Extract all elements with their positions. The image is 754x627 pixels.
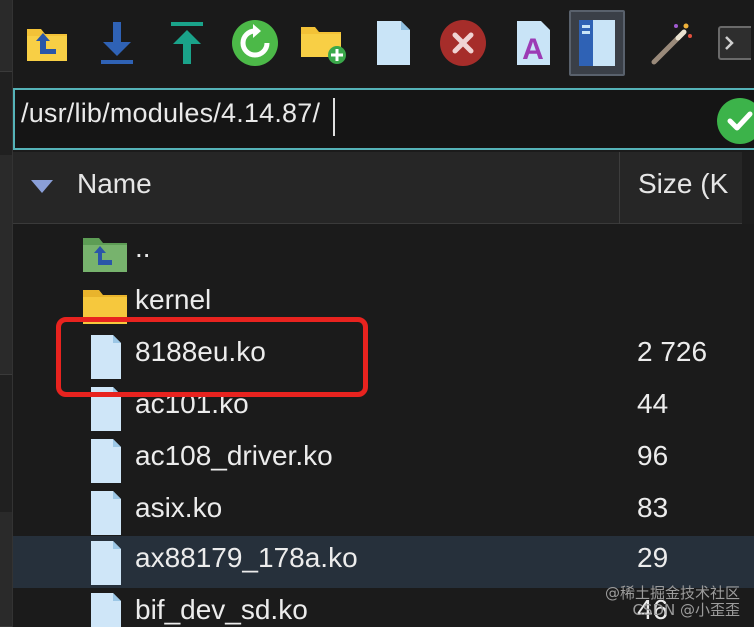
list-item-file[interactable]: ac108_driver.ko 96 xyxy=(13,434,754,486)
terminal-button[interactable] xyxy=(713,10,754,76)
tools-button[interactable] xyxy=(643,10,699,76)
toggle-panel-button[interactable] xyxy=(569,10,625,76)
file-name: asix.ko xyxy=(135,492,223,523)
list-item-file[interactable]: asix.ko 83 xyxy=(13,486,754,538)
watermark-line-2: CSDN @小歪歪 xyxy=(632,601,740,619)
rename-button[interactable]: A xyxy=(505,10,561,76)
file-name: .. xyxy=(135,232,151,263)
folder-up-icon xyxy=(27,29,67,61)
delete-button[interactable] xyxy=(435,10,491,76)
terminal-icon xyxy=(717,26,751,60)
go-button[interactable] xyxy=(717,98,754,144)
new-folder-icon xyxy=(301,27,346,64)
download-icon xyxy=(101,22,133,64)
file-list: .. kernel 8188eu.ko 2 726 ac101.ko 44 ac… xyxy=(13,224,754,627)
file-icon xyxy=(91,491,121,535)
new-folder-button[interactable] xyxy=(295,10,351,76)
toolbar: A xyxy=(13,0,754,86)
file-size: 83 xyxy=(637,492,669,523)
watermark-line-1: @稀土掘金技术社区 xyxy=(604,584,740,602)
magic-wand-icon xyxy=(651,23,692,65)
file-name: kernel xyxy=(135,284,212,315)
parent-directory-button[interactable] xyxy=(19,10,75,76)
address-path[interactable]: /usr/lib/modules/4.14.87/ xyxy=(21,98,320,129)
download-button[interactable] xyxy=(89,10,145,76)
new-file-button[interactable] xyxy=(365,10,421,76)
upload-icon xyxy=(171,22,203,64)
file-size: 2 726 xyxy=(637,336,708,367)
file-name: ac108_driver.ko xyxy=(135,440,333,471)
file-size: 44 xyxy=(637,388,669,419)
left-panel-edge xyxy=(0,0,13,627)
size-column-header[interactable]: Size (K xyxy=(619,152,754,224)
list-item-file-selected[interactable]: ax88179_178a.ko 29 xyxy=(13,536,754,588)
svg-text:A: A xyxy=(522,33,544,66)
upload-button[interactable] xyxy=(159,10,215,76)
delete-icon xyxy=(440,20,486,66)
parent-folder-icon xyxy=(83,238,127,272)
file-size: 29 xyxy=(637,542,669,573)
panel-icon xyxy=(579,20,615,66)
text-caret xyxy=(333,98,335,136)
file-size: 96 xyxy=(637,440,669,471)
refresh-button[interactable] xyxy=(227,10,283,76)
sort-descending-icon xyxy=(31,180,53,193)
file-name: ax88179_178a.ko xyxy=(135,542,358,573)
size-column-label: Size (K xyxy=(638,168,729,199)
rename-icon: A xyxy=(517,21,550,66)
name-column-label: Name xyxy=(77,168,152,199)
new-file-icon xyxy=(377,21,410,65)
file-icon xyxy=(91,439,121,483)
checkmark-icon xyxy=(727,111,753,131)
address-bar[interactable]: /usr/lib/modules/4.14.87/ xyxy=(13,88,754,150)
file-icon xyxy=(91,541,121,585)
scrollbar[interactable] xyxy=(742,152,754,224)
list-item-parent[interactable]: .. xyxy=(13,226,754,278)
column-header: Name Size (K xyxy=(13,152,754,224)
watermark: @稀土掘金技术社区 CSDN @小歪歪 xyxy=(605,585,740,619)
name-column-header[interactable]: Name xyxy=(13,152,619,224)
file-icon xyxy=(91,593,121,627)
file-name: bif_dev_sd.ko xyxy=(135,594,308,625)
refresh-icon xyxy=(232,20,278,66)
highlight-annotation xyxy=(56,317,368,397)
